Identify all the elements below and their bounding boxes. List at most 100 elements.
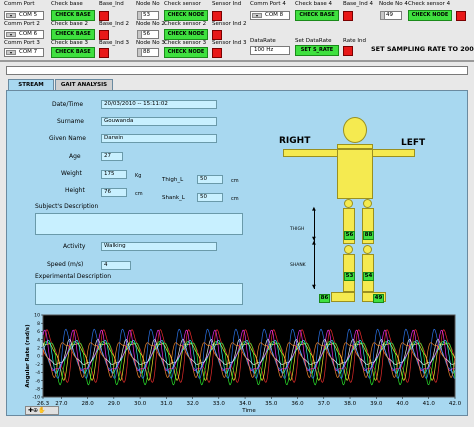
base-ind-2-label: Base_Ind 2 <box>99 21 129 27</box>
knee-right-joint <box>344 245 353 254</box>
check-node-3-button[interactable]: CHECK NODE <box>164 47 208 58</box>
age-field[interactable]: 27 <box>101 152 123 161</box>
check-sensor-4-label: Check sensor 4 <box>408 1 451 7</box>
check-base-label: Check base <box>51 1 83 7</box>
node-no-input[interactable]: 53 <box>137 11 159 20</box>
y-tick-label: 4 <box>37 337 40 343</box>
sampling-rate-note: SET SAMPLING RATE TO 200 Hz <box>371 45 474 53</box>
x-tick-label: 30.0 <box>134 401 147 407</box>
speed-label: Speed (m/s) <box>47 261 84 268</box>
x-tick-label: 41.0 <box>423 401 436 407</box>
sensor-ind-label: Sensor Ind <box>212 1 242 7</box>
x-tick-label: 42.0 <box>449 401 462 407</box>
subject-description-field[interactable] <box>35 213 243 235</box>
base-indicator-2-led <box>99 30 109 40</box>
y-axis-label: Angular Rate (rad/s) <box>25 324 31 388</box>
subject-description-label: Subject's Description <box>35 203 99 210</box>
check-base-2-button[interactable]: CHECK BASE <box>51 29 95 40</box>
thigh-length-field[interactable]: 50 <box>197 175 223 184</box>
thigh-left-node: 88 <box>363 231 374 240</box>
height-unit: cm <box>135 191 143 197</box>
thigh-right-node: 56 <box>344 231 355 240</box>
check-sensor-label: Check sensor <box>164 1 201 7</box>
stepper-icon[interactable] <box>137 11 142 20</box>
node-no-4-label: Node No 4 <box>379 1 408 7</box>
activity-field[interactable]: Walking <box>101 242 217 251</box>
divider <box>0 60 474 62</box>
node-no-3-input[interactable]: 88 <box>137 48 159 57</box>
y-tick-label: -8 <box>35 387 40 393</box>
right-side-label: RIGHT <box>279 136 311 146</box>
thigh-length-label: Thigh_L <box>162 177 184 183</box>
weight-label: Weight <box>61 170 82 177</box>
base-ind-4-label: Base_Ind 4 <box>343 1 373 7</box>
shank-length-field[interactable]: 50 <box>197 193 223 202</box>
knee-left-joint <box>363 245 372 254</box>
measure-line <box>314 209 315 289</box>
dropdown-icon: ▾ <box>6 13 16 18</box>
check-base-2-label: Check base 2 <box>51 21 89 27</box>
hip-left-joint <box>363 199 372 208</box>
dropdown-icon: ▾ <box>252 13 262 18</box>
x-tick-label: 31.0 <box>160 401 173 407</box>
surname-label: Surname <box>57 118 84 125</box>
shank-left-node: 54 <box>363 272 374 281</box>
datarate-select[interactable]: 100 Hz <box>250 46 290 55</box>
height-field[interactable]: 76 <box>101 188 127 197</box>
check-node-button[interactable]: CHECK NODE <box>164 10 208 21</box>
x-tick-label: 39.0 <box>370 401 383 407</box>
sensor-indicator-led <box>212 11 222 21</box>
y-tick-label: 0 <box>37 354 40 360</box>
pan-icon[interactable]: ✋ <box>38 407 45 414</box>
x-tick-label: 32.0 <box>186 401 199 407</box>
node-no-label: Node No <box>136 1 160 7</box>
sensor-ind-3-label: Sensor Ind 3 <box>212 40 247 46</box>
comm-port-2-select[interactable]: ▾ COM 6 <box>4 30 44 39</box>
x-tick-label: 36.0 <box>291 401 304 407</box>
comm-port-4-select[interactable]: ▾ COM 8 <box>250 11 290 20</box>
tab-gait-analysis[interactable]: GAIT ANALYSIS <box>55 79 113 90</box>
stream-panel: Date/Time 20/03/2010 -- 15:11:02 Surname… <box>6 90 468 416</box>
stepper-icon[interactable] <box>137 48 142 57</box>
comm-port-select[interactable]: ▾ COM 5 <box>4 11 44 20</box>
status-string-field[interactable] <box>6 66 468 75</box>
experimental-description-field[interactable] <box>35 283 243 305</box>
experimental-description-label: Experimental Description <box>35 273 112 280</box>
node-no-2-input[interactable]: 56 <box>137 30 159 39</box>
weight-field[interactable]: 175 <box>101 170 127 179</box>
datetime-label: Date/Time <box>52 101 84 108</box>
base-indicator-4-led <box>343 11 353 21</box>
x-tick-label: 29.0 <box>108 401 121 407</box>
x-tick-label: 34.0 <box>239 401 252 407</box>
plot-area <box>42 314 456 398</box>
surname-field[interactable]: Gouwanda <box>101 117 217 126</box>
base-indicator-3-led <box>99 48 109 58</box>
foot-left-node: 49 <box>373 294 384 303</box>
datetime-field: 20/03/2010 -- 15:11:02 <box>101 100 217 109</box>
check-node-2-button[interactable]: CHECK NODE <box>164 29 208 40</box>
stepper-icon[interactable] <box>137 30 142 39</box>
sensor-ind-2-label: Sensor Ind 2 <box>212 21 247 27</box>
y-tick-label: -6 <box>35 378 40 384</box>
comm-port-3-select[interactable]: ▾ COM 7 <box>4 48 44 57</box>
check-base-button[interactable]: CHECK BASE <box>51 10 95 21</box>
comm-port-4-label: Comm Port 4 <box>250 1 286 7</box>
height-label: Height <box>65 187 85 194</box>
x-tick-label: 35.0 <box>265 401 278 407</box>
node-no-4-input[interactable]: 49 <box>380 11 402 20</box>
comm-port-2-label: Comm Port 2 <box>4 21 40 27</box>
arrow-mid2-icon: ▼ <box>312 236 316 242</box>
node-no-3-label: Node No 3 <box>136 40 165 46</box>
check-node-4-button[interactable]: CHECK NODE <box>408 10 452 21</box>
arrow-down-icon: ▼ <box>312 284 316 290</box>
x-tick-label: 38.0 <box>344 401 357 407</box>
comm-port-label: Comm Port <box>4 1 35 7</box>
stepper-icon[interactable] <box>380 11 385 20</box>
set-rate-button[interactable]: SET S_RATE <box>295 45 339 56</box>
check-base-4-button[interactable]: CHECK BASE <box>295 10 339 21</box>
given-name-field[interactable]: Darwin <box>101 134 217 143</box>
tab-stream[interactable]: STREAM <box>8 79 54 90</box>
dropdown-icon: ▾ <box>6 50 16 55</box>
speed-field[interactable]: 4 <box>101 261 131 270</box>
check-base-3-button[interactable]: CHECK BASE <box>51 47 95 58</box>
